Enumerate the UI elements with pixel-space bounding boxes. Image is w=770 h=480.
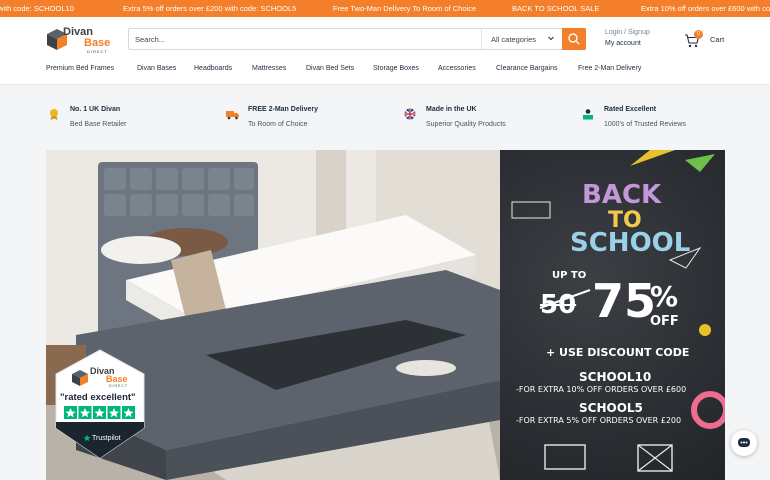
off-text: OFF — [650, 314, 679, 329]
back-to-school-promo: BACK TO SCHOOL UP TO 50 75 % OFF + USE D… — [500, 150, 725, 480]
truck-icon — [226, 111, 239, 120]
hero-banner[interactable]: BACK TO SCHOOL UP TO 50 75 % OFF + USE D… — [46, 150, 725, 480]
trustpilot-stars — [64, 406, 136, 419]
nav-item-free-delivery[interactable]: Free 2-Man Delivery — [578, 65, 641, 72]
search-bar: All categories — [128, 28, 586, 50]
promo-item: Extra 10% off orders over £600 with code… — [641, 4, 770, 13]
discount-code-heading: + USE DISCOUNT CODE — [546, 346, 690, 359]
badge-rating-text: "rated excellent" — [60, 392, 136, 403]
feature-subtitle: 1000's of Trusted Reviews — [604, 121, 686, 128]
new-percent: 75 — [592, 274, 657, 328]
uk-flag-icon — [404, 108, 416, 120]
feature-title: Made in the UK — [426, 106, 477, 113]
trustpilot-star-icon — [83, 434, 91, 442]
cart-label: Cart — [710, 35, 725, 44]
back-text: BACK — [582, 180, 662, 210]
nav-item-accessories[interactable]: Accessories — [438, 65, 476, 72]
login-signup-link[interactable]: Login / Signup — [605, 29, 650, 36]
nav-item-storage-boxes[interactable]: Storage Boxes — [373, 65, 419, 72]
feature-subtitle: To Room of Choice — [248, 121, 308, 128]
code-school5: SCHOOL5 — [579, 401, 643, 415]
trustpilot-label: Trustpilot — [92, 435, 121, 442]
nav-item-divan-bed-sets[interactable]: Divan Bed Sets — [306, 65, 354, 72]
feature-subtitle: Bed Base Retailer — [70, 121, 127, 128]
site-header: Divan Base DIRECT All categories Login /… — [0, 17, 770, 85]
search-input[interactable] — [135, 32, 475, 46]
nav-item-clearance-bargains[interactable]: Clearance Bargains — [496, 65, 557, 72]
up-to-text: UP TO — [552, 270, 587, 281]
chat-icon — [738, 438, 750, 447]
percent-sign: % — [650, 280, 679, 313]
promo-item: Extra 5% off orders over £200 with code:… — [123, 4, 297, 13]
feature-title: FREE 2-Man Delivery — [248, 106, 319, 113]
search-icon — [568, 33, 580, 45]
badge-logo-direct: DIRECT — [109, 384, 129, 388]
chevron-down-icon — [548, 36, 554, 41]
code-school10-desc: -FOR EXTRA 10% OFF ORDERS OVER £600 — [516, 385, 687, 394]
search-button[interactable] — [562, 28, 586, 50]
promo-item: with code: SCHOOL10 — [0, 4, 74, 13]
nav-item-premium-bed-frames[interactable]: Premium Bed Frames — [46, 65, 114, 72]
nav-item-mattresses[interactable]: Mattresses — [252, 65, 286, 72]
logo-text-base: Base — [84, 37, 111, 49]
school-text: SCHOOL — [570, 228, 691, 258]
chat-button[interactable] — [731, 430, 757, 456]
cart-button[interactable]: 0 Cart — [684, 30, 744, 51]
feature-title: No. 1 UK Divan — [70, 106, 121, 113]
promo-item: BACK TO SCHOOL SALE — [512, 4, 600, 13]
nav-item-headboards[interactable]: Headboards — [194, 65, 232, 72]
category-label: All categories — [491, 35, 537, 44]
badge-logo-base: Base — [106, 374, 128, 384]
category-select[interactable]: All categories — [481, 29, 563, 49]
trustpilot-icon — [583, 109, 593, 120]
star-rating-icon — [64, 406, 135, 419]
my-account-label: My account — [605, 40, 641, 47]
account-menu[interactable]: Login / Signup My account — [605, 29, 650, 47]
cart-count-badge: 0 — [694, 30, 703, 39]
feature-subtitle: Superior Quality Products — [426, 121, 506, 128]
trustpilot-badge: Divan Base DIRECT "rated excellent" Trus… — [52, 348, 148, 460]
promo-item: Free Two-Man Delivery To Room of Choice — [333, 4, 477, 13]
promo-bar: with code: SCHOOL10 Extra 5% off orders … — [0, 0, 770, 17]
code-school5-desc: -FOR EXTRA 5% OFF ORDERS OVER £200 — [516, 416, 682, 425]
feature-title: Rated Excellent — [604, 106, 657, 113]
site-logo[interactable]: Divan Base DIRECT — [46, 26, 112, 54]
code-school10: SCHOOL10 — [579, 370, 652, 384]
medal-icon — [50, 109, 58, 120]
logo-text-direct: DIRECT — [87, 49, 108, 54]
badge-shield-icon — [55, 349, 145, 459]
nav-item-divan-bases[interactable]: Divan Bases — [137, 65, 176, 72]
old-percent: 50 — [540, 290, 577, 320]
